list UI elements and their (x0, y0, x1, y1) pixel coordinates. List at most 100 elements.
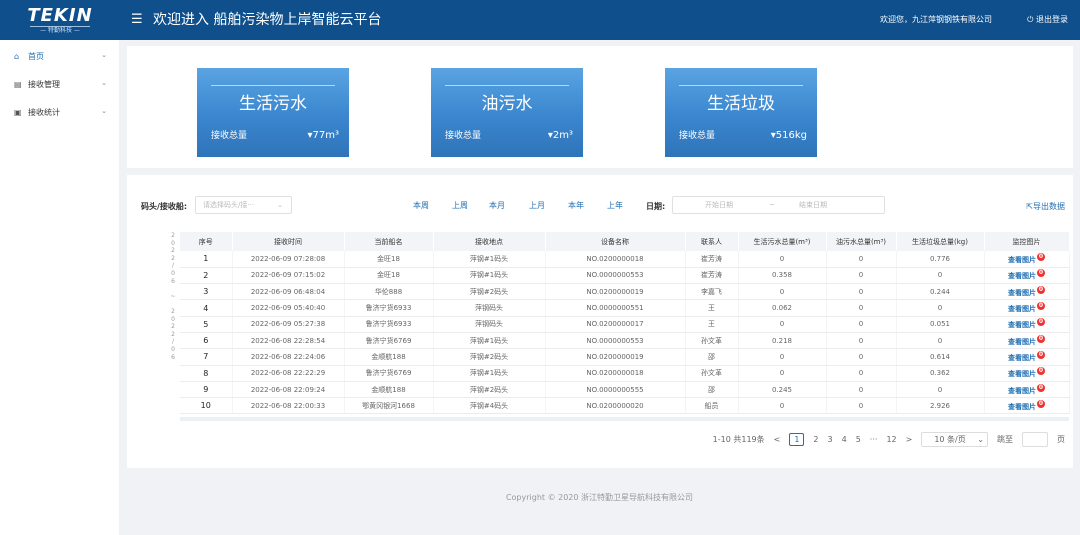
dock-select[interactable]: 请选择码头/接··· ⌄ (195, 196, 292, 214)
card-value: ▾77m³ (307, 130, 339, 142)
sidebar-item-home[interactable]: ⌂ 首页 ⌄ (0, 42, 119, 70)
page-4-button[interactable]: 4 (842, 435, 847, 444)
view-image-link[interactable]: 查看图片 0 (984, 316, 1070, 333)
card-value: ▾2m³ (548, 130, 573, 142)
chart-icon: ▣ (14, 107, 22, 117)
table-cell: NO.0200000017 (545, 316, 686, 333)
page-3-button[interactable]: 3 (828, 435, 833, 444)
table-cell: 萍钢#1码头 (433, 267, 546, 285)
table-cell: 鄂黄冈银河1668 (344, 397, 434, 415)
page-5-button[interactable]: 5 (856, 435, 861, 444)
view-image-link[interactable]: 查看图片 0 (984, 299, 1070, 317)
period-last-year[interactable]: 上年 (607, 201, 623, 211)
card-value-text: 516kg (775, 130, 807, 141)
table-cell: 4 (180, 299, 233, 317)
table-cell: 0 (826, 397, 897, 415)
period-this-month[interactable]: 本月 (489, 201, 505, 211)
table-cell: 孙文革 (685, 332, 739, 350)
view-image-link[interactable]: 查看图片 0 (984, 348, 1070, 366)
logout-button[interactable]: ⏻ 退出登录 (1027, 14, 1068, 25)
table-cell: 0 (896, 299, 985, 317)
card-title: 生活污水 (239, 94, 307, 114)
period-this-week[interactable]: 本周 (413, 201, 429, 211)
table-cell: 船员 (685, 397, 739, 415)
next-page-button[interactable]: > (906, 435, 913, 444)
table-cell: 金旺18 (344, 267, 434, 285)
menu-fold-icon[interactable]: ☰ (131, 13, 145, 27)
image-count-badge: 0 (1037, 269, 1045, 278)
table-cell: 0.358 (738, 267, 827, 285)
pagination-summary: 1-10 共119条 (712, 434, 765, 444)
image-count-badge: 0 (1037, 318, 1045, 327)
export-button[interactable]: ⇱导出数据 (1026, 202, 1065, 212)
summary-card-oily-water: 油污水 接收总量 ▾2m³ (431, 68, 583, 157)
sidebar-item-receive-stats[interactable]: ▣ 接收统计 ⌄ (0, 98, 119, 126)
card-value-text: 77m³ (312, 130, 339, 141)
page-12-button[interactable]: 12 (886, 435, 896, 444)
records-table: 序号 接收时间 当前船名 接收地点 设备名称 联系人 生活污水总量(m³) 油污水总量(m³)… (180, 232, 1070, 415)
view-image-link[interactable]: 查看图片 0 (984, 267, 1070, 285)
view-image-label: 查看图片 (1008, 402, 1036, 411)
date-range-picker[interactable]: 开始日期 ~ 结束日期 (672, 196, 885, 214)
filter-bar: 码头/接收船: 请选择码头/接··· ⌄ 本周 上周 本月 上月 本年 上年 日期… (127, 175, 1073, 235)
period-last-month[interactable]: 上月 (529, 201, 545, 211)
page-1-button[interactable]: 1 (789, 432, 805, 446)
horizontal-scrollbar[interactable] (180, 417, 1069, 421)
period-this-year[interactable]: 本年 (568, 201, 584, 211)
table-cell: 邵 (685, 348, 739, 366)
table-cell: 2022-06-08 22:28:54 (232, 332, 345, 350)
prev-page-button[interactable]: < (774, 435, 781, 444)
column-header: 当前船名 (344, 232, 434, 251)
table-cell: 1 (180, 251, 233, 268)
table-row: 6 2022-06-08 22:28:54 鲁济宁货6769 萍钢#1码头 NO.000… (180, 332, 1070, 350)
table-cell: NO.0000000555 (545, 381, 686, 399)
table-cell: 0 (896, 267, 985, 285)
table-row: 9 2022-06-08 22:09:24 金顺航188 萍钢#2码头 NO.00000… (180, 381, 1070, 399)
table-header-row: 序号 接收时间 当前船名 接收地点 设备名称 联系人 生活污水总量(m³) 油污水总量(m³)… (180, 232, 1070, 251)
end-date-input[interactable]: 结束日期 (799, 197, 827, 213)
table-row: 1 2022-06-09 07:28:08 金旺18 萍钢#1码头 NO.0200000… (180, 251, 1070, 268)
chevron-down-icon: ⌄ (101, 107, 107, 115)
footer-copyright: Copyright © 2020 浙江特勤卫星导航科技有限公司 (505, 493, 694, 502)
logout-icon: ⏻ (1027, 15, 1034, 24)
table-cell: 0.776 (896, 251, 985, 268)
goto-page-input[interactable] (1022, 431, 1048, 447)
view-image-link[interactable]: 查看图片 0 (984, 332, 1070, 350)
view-image-link[interactable]: 查看图片 0 (984, 283, 1070, 301)
card-title: 油污水 (481, 94, 533, 114)
page-ellipsis[interactable]: ··· (870, 435, 878, 444)
sidebar-item-receive-manage[interactable]: ▤ 接收管理 ⌄ (0, 70, 119, 98)
date-label: 日期: (646, 202, 666, 211)
table-cell: 萍钢#1码头 (433, 332, 546, 350)
dock-select-placeholder: 请选择码头/接··· (203, 201, 255, 209)
table-cell: 9 (180, 381, 233, 399)
table-cell: 0 (738, 251, 827, 268)
table-cell: 2022-06-09 07:15:02 (232, 267, 345, 285)
table-cell: 金旺18 (344, 251, 434, 268)
table-cell: 0 (826, 299, 897, 317)
view-image-link[interactable]: 查看图片 0 (984, 251, 1070, 268)
sidebar: ⌂ 首页 ⌄ ▤ 接收管理 ⌄ ▣ 接收统计 ⌄ (0, 40, 119, 535)
page-size-value: 10 条/页 (934, 434, 966, 444)
view-image-link[interactable]: 查看图片 0 (984, 381, 1070, 399)
view-image-link[interactable]: 查看图片 0 (984, 397, 1070, 415)
table-cell: 8 (180, 365, 233, 382)
start-date-input[interactable]: 开始日期 (705, 197, 733, 213)
table-cell: 2022-06-08 22:24:06 (232, 348, 345, 366)
table-cell: 鲁济宁货6769 (344, 332, 434, 350)
page-2-button[interactable]: 2 (813, 435, 818, 444)
view-image-link[interactable]: 查看图片 0 (984, 365, 1070, 382)
view-image-label: 查看图片 (1008, 337, 1036, 346)
chevron-down-icon: ⌄ (974, 434, 984, 444)
table-cell: 0 (738, 283, 827, 301)
app-title: 欢迎进入 船舶污染物上岸智能云平台 (153, 12, 382, 28)
image-count-badge: 0 (1037, 399, 1045, 408)
page-size-select[interactable]: 10 条/页 ⌄ (921, 431, 988, 447)
view-image-label: 查看图片 (1008, 386, 1036, 395)
period-last-week[interactable]: 上周 (452, 201, 468, 211)
welcome-text: 欢迎您，九江萍钢钢铁有限公司 (880, 15, 992, 24)
logout-label: 退出登录 (1036, 15, 1068, 24)
table-cell: 金顺航188 (344, 381, 434, 399)
table-cell: 2022-06-09 05:40:40 (232, 299, 345, 317)
summary-panel: 生活污水 接收总量 ▾77m³ 油污水 接收总量 ▾2m³ 生活垃圾 接收总量 … (127, 46, 1073, 168)
